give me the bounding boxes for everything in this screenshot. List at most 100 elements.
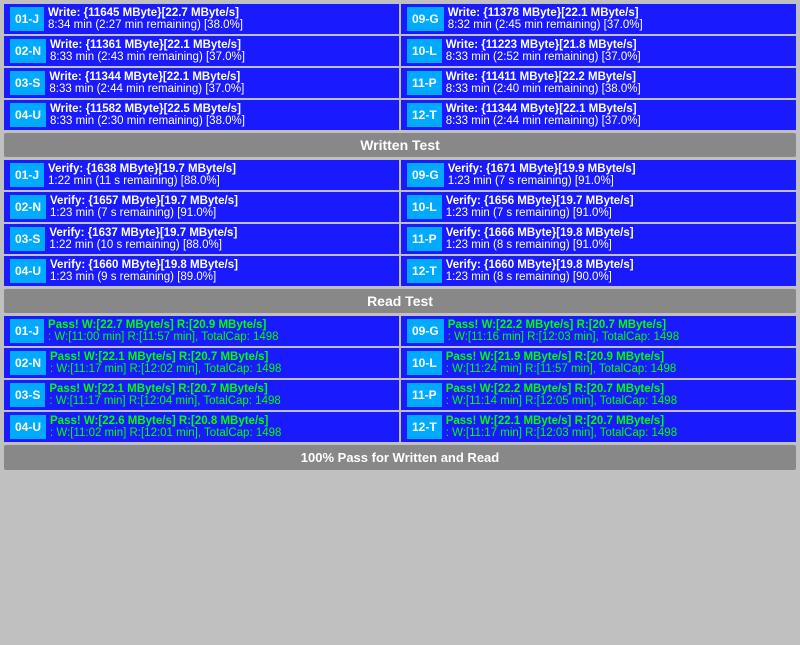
cell-content: Verify: {1671 MByte}[19.9 MByte/s]1:23 m… [448,163,790,187]
cell-line1: Write: {11378 MByte}[22.1 MByte/s] [448,7,790,19]
cell-content: Write: {11223 MByte}[21.8 MByte/s]8:33 m… [446,39,790,63]
cell-content: Pass! W:[22.1 MByte/s] R:[20.7 MByte/s]:… [49,383,393,407]
device-label: 09-G [407,7,444,31]
cell-line1: Write: {11344 MByte}[22.1 MByte/s] [446,103,790,115]
device-label: 11-P [407,383,442,407]
cell-line1: Verify: {1660 MByte}[19.8 MByte/s] [50,259,393,271]
cell-content: Verify: {1656 MByte}[19.7 MByte/s]1:23 m… [446,195,790,219]
drive-cell: 03-SVerify: {1637 MByte}[19.7 MByte/s]1:… [4,224,399,254]
drive-cell: 03-SWrite: {11344 MByte}[22.1 MByte/s]8:… [4,68,399,98]
cell-row: 03-SPass! W:[22.1 MByte/s] R:[20.7 MByte… [10,383,393,407]
cell-content: Pass! W:[22.6 MByte/s] R:[20.8 MByte/s]:… [50,415,393,439]
cell-line1: Write: {11582 MByte}[22.5 MByte/s] [50,103,393,115]
cell-content: Verify: {1660 MByte}[19.8 MByte/s]1:23 m… [446,259,790,283]
drive-cell: 04-UPass! W:[22.6 MByte/s] R:[20.8 MByte… [4,412,399,442]
cell-line1: Pass! W:[22.1 MByte/s] R:[20.7 MByte/s] [50,351,393,363]
cell-line1: Verify: {1666 MByte}[19.8 MByte/s] [446,227,790,239]
drive-cell: 11-PPass! W:[22.2 MByte/s] R:[20.7 MByte… [401,380,796,410]
drive-cell: 09-GPass! W:[22.2 MByte/s] R:[20.7 MByte… [401,316,796,346]
device-label: 02-N [10,195,46,219]
drive-cell: 11-PVerify: {1666 MByte}[19.8 MByte/s]1:… [401,224,796,254]
drive-cell: 09-GVerify: {1671 MByte}[19.9 MByte/s]1:… [401,160,796,190]
cell-line1: Verify: {1656 MByte}[19.7 MByte/s] [446,195,790,207]
verify-section: 01-JVerify: {1638 MByte}[19.7 MByte/s]1:… [4,160,796,286]
cell-line2: 1:23 min (7 s remaining) [91.0%] [448,175,790,187]
cell-content: Write: {11411 MByte}[22.2 MByte/s]8:33 m… [446,71,790,95]
cell-line1: Verify: {1638 MByte}[19.7 MByte/s] [48,163,393,175]
cell-line2: : W:[11:17 min] R:[12:02 min], TotalCap:… [50,363,393,375]
written-test-header: Written Test [4,133,796,157]
drive-cell: 04-UVerify: {1660 MByte}[19.8 MByte/s]1:… [4,256,399,286]
cell-line1: Pass! W:[22.6 MByte/s] R:[20.8 MByte/s] [50,415,393,427]
cell-row: 04-UVerify: {1660 MByte}[19.8 MByte/s]1:… [10,259,393,283]
cell-row: 09-GPass! W:[22.2 MByte/s] R:[20.7 MByte… [407,319,790,343]
cell-row: 10-LPass! W:[21.9 MByte/s] R:[20.9 MByte… [407,351,790,375]
cell-row: 09-GWrite: {11378 MByte}[22.1 MByte/s]8:… [407,7,790,31]
cell-line2: : W:[11:14 min] R:[12:05 min], TotalCap:… [446,395,790,407]
device-label: 01-J [10,319,44,343]
cell-line1: Write: {11223 MByte}[21.8 MByte/s] [446,39,790,51]
device-label: 12-T [407,103,442,127]
cell-row: 11-PVerify: {1666 MByte}[19.8 MByte/s]1:… [407,227,790,251]
cell-line2: 8:32 min (2:45 min remaining) [37.0%] [448,19,790,31]
drive-cell: 12-TVerify: {1660 MByte}[19.8 MByte/s]1:… [401,256,796,286]
cell-content: Verify: {1660 MByte}[19.8 MByte/s]1:23 m… [50,259,393,283]
cell-line2: 1:23 min (7 s remaining) [91.0%] [50,207,393,219]
cell-content: Pass! W:[21.9 MByte/s] R:[20.9 MByte/s]:… [446,351,790,375]
cell-content: Write: {11378 MByte}[22.1 MByte/s]8:32 m… [448,7,790,31]
cell-row: 01-JWrite: {11645 MByte}[22.7 MByte/s]8:… [10,7,393,31]
cell-row: 02-NWrite: {11361 MByte}[22.1 MByte/s]8:… [10,39,393,63]
cell-content: Write: {11344 MByte}[22.1 MByte/s]8:33 m… [446,103,790,127]
cell-content: Pass! W:[22.1 MByte/s] R:[20.7 MByte/s]:… [446,415,790,439]
cell-line1: Verify: {1671 MByte}[19.9 MByte/s] [448,163,790,175]
device-label: 12-T [407,415,442,439]
cell-line1: Pass! W:[22.2 MByte/s] R:[20.7 MByte/s] [446,383,790,395]
read-section: 01-J Pass! W:[22.7 MByte/s] R:[20.9 MByte… [4,316,796,442]
drive-cell: 10-LWrite: {11223 MByte}[21.8 MByte/s]8:… [401,36,796,66]
cell-content: Verify: {1657 MByte}[19.7 MByte/s]1:23 m… [50,195,393,219]
cell-row: 02-NPass! W:[22.1 MByte/s] R:[20.7 MByte… [10,351,393,375]
device-label: 10-L [407,195,442,219]
cell-line1: Pass! W:[22.1 MByte/s] R:[20.7 MByte/s] [49,383,393,395]
device-label: 12-T [407,259,442,283]
device-label: 11-P [407,71,442,95]
device-label: 10-L [407,39,442,63]
cell-line2: : W:[11:16 min] R:[12:03 min], TotalCap:… [448,331,790,343]
cell-line2: : W:[11:17 min] R:[12:04 min], TotalCap:… [49,395,393,407]
cell-line2: 8:33 min (2:44 min remaining) [37.0%] [446,115,790,127]
cell-line1: Pass! W:[22.1 MByte/s] R:[20.7 MByte/s] [446,415,790,427]
cell-line1: Pass! W:[21.9 MByte/s] R:[20.9 MByte/s] [446,351,790,363]
cell-row: 12-TVerify: {1660 MByte}[19.8 MByte/s]1:… [407,259,790,283]
cell-content: Write: {11645 MByte}[22.7 MByte/s]8:34 m… [48,7,393,31]
cell-row: 10-LWrite: {11223 MByte}[21.8 MByte/s]8:… [407,39,790,63]
cell-row: 03-SWrite: {11344 MByte}[22.1 MByte/s]8:… [10,71,393,95]
device-label: 04-U [10,415,46,439]
drive-cell: 03-SPass! W:[22.1 MByte/s] R:[20.7 MByte… [4,380,399,410]
verify-grid: 01-JVerify: {1638 MByte}[19.7 MByte/s]1:… [4,160,796,286]
cell-line1: Verify: {1657 MByte}[19.7 MByte/s] [50,195,393,207]
drive-cell: 10-LVerify: {1656 MByte}[19.7 MByte/s]1:… [401,192,796,222]
read-grid: 01-J Pass! W:[22.7 MByte/s] R:[20.9 MByte… [4,316,796,442]
device-label: 04-U [10,259,46,283]
drive-cell: 02-NWrite: {11361 MByte}[22.1 MByte/s]8:… [4,36,399,66]
cell-line2: 1:23 min (8 s remaining) [91.0%] [446,239,790,251]
cell-line1: Write: {11361 MByte}[22.1 MByte/s] [50,39,393,51]
cell-line2: 1:22 min (10 s remaining) [88.0%] [49,239,393,251]
cell-line2: 1:23 min (9 s remaining) [89.0%] [50,271,393,283]
cell-line2: : W:[11:02 min] R:[12:01 min], TotalCap:… [50,427,393,439]
cell-line1: Pass! W:[22.7 MByte/s] R:[20.9 MByte/s] [48,319,393,331]
cell-content: Verify: {1638 MByte}[19.7 MByte/s]1:22 m… [48,163,393,187]
drive-cell: 12-TWrite: {11344 MByte}[22.1 MByte/s]8:… [401,100,796,130]
cell-line2: : W:[11:24 min] R:[11:57 min], TotalCap:… [446,363,790,375]
cell-row: 09-GVerify: {1671 MByte}[19.9 MByte/s]1:… [407,163,790,187]
cell-content: Pass! W:[22.2 MByte/s] R:[20.7 MByte/s]:… [446,383,790,407]
cell-line2: 8:33 min (2:40 min remaining) [38.0%] [446,83,790,95]
cell-content: Pass! W:[22.1 MByte/s] R:[20.7 MByte/s]:… [50,351,393,375]
cell-row: 11-PWrite: {11411 MByte}[22.2 MByte/s]8:… [407,71,790,95]
cell-line2: 1:23 min (7 s remaining) [91.0%] [446,207,790,219]
cell-content: Verify: {1666 MByte}[19.8 MByte/s]1:23 m… [446,227,790,251]
cell-line1: Verify: {1660 MByte}[19.8 MByte/s] [446,259,790,271]
cell-line2: 1:22 min (11 s remaining) [88.0%] [48,175,393,187]
device-label: 03-S [10,71,45,95]
device-label: 01-J [10,163,44,187]
